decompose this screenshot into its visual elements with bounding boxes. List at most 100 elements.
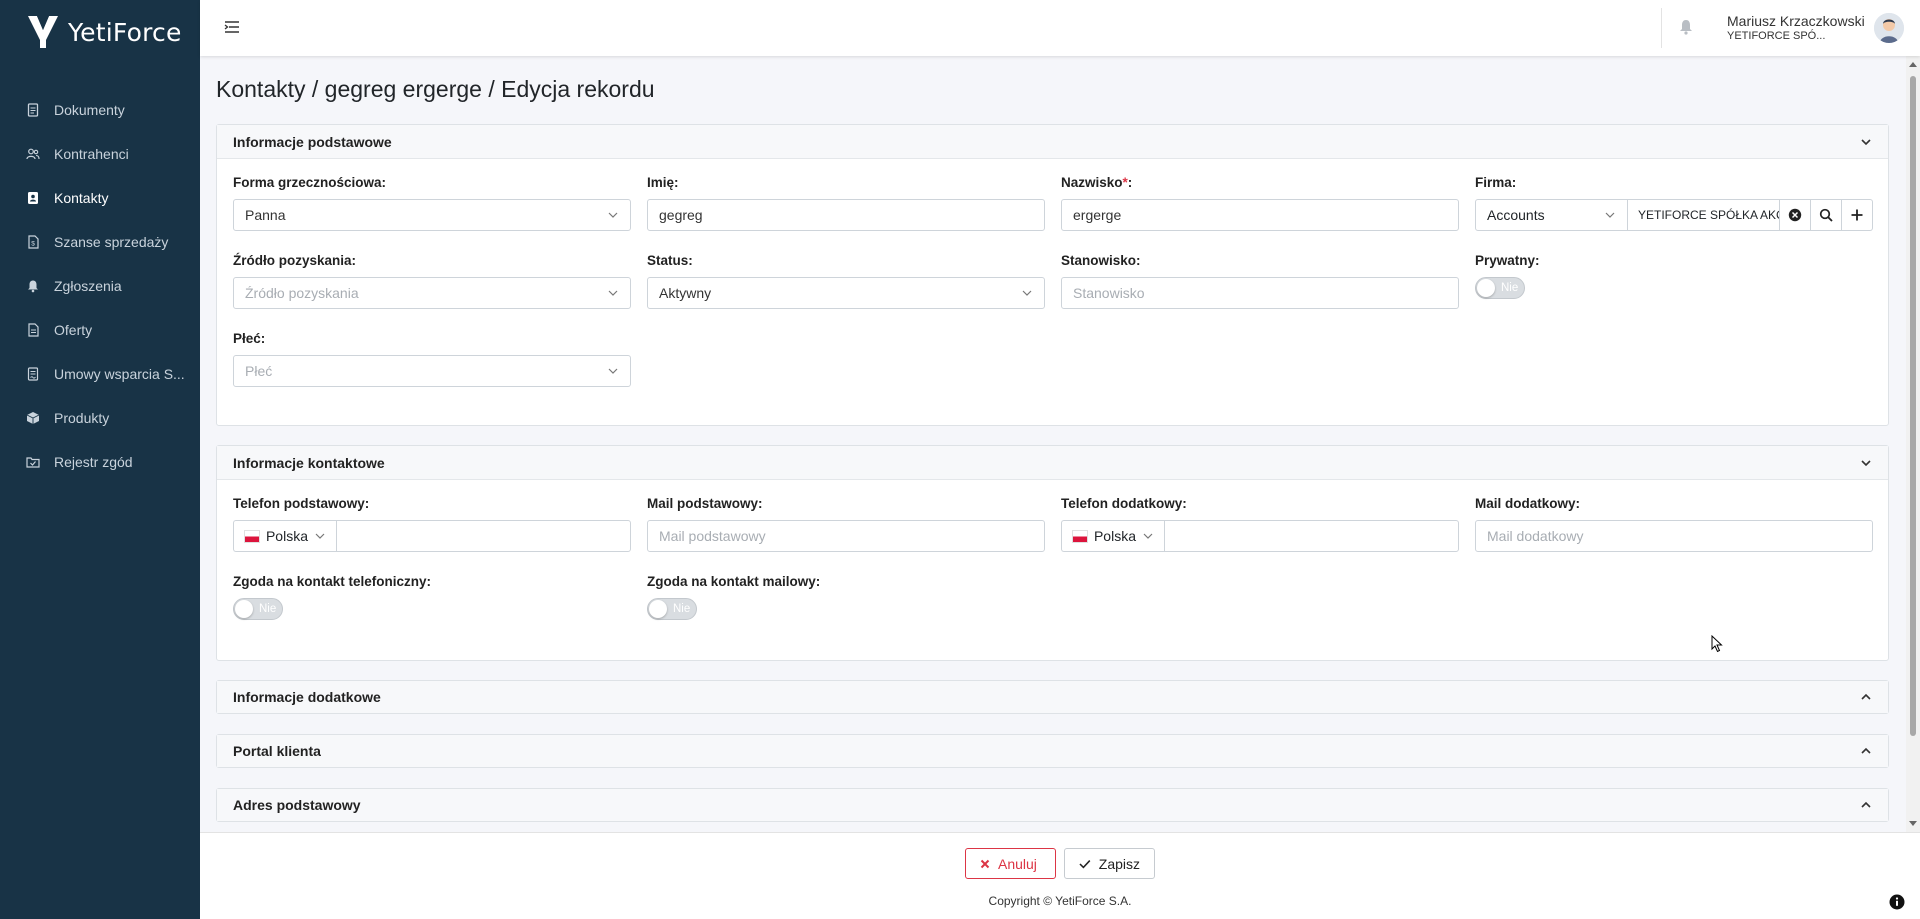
country-name: Polska	[1093, 528, 1136, 544]
page-title: Kontakty / gegreg ergerge / Edycja rekor…	[216, 76, 655, 102]
first-name-input[interactable]	[647, 199, 1045, 231]
sidebar-item-consent-register[interactable]: Rejestr zgód	[0, 440, 200, 484]
phone-group: Polska	[233, 520, 631, 552]
last-name-input[interactable]	[1061, 199, 1459, 231]
sidebar-item-contacts[interactable]: Kontakty	[0, 176, 200, 220]
cancel-button[interactable]: Anuluj	[965, 848, 1056, 879]
position-input[interactable]	[1061, 277, 1459, 309]
user-avatar-icon	[1874, 13, 1904, 43]
lead-source-select[interactable]: Źródło pozyskania	[233, 277, 631, 309]
salutation-select[interactable]: Panna	[233, 199, 631, 231]
scroll-up-arrow-icon[interactable]	[1909, 62, 1917, 67]
scroll-down-arrow-icon[interactable]	[1909, 821, 1917, 826]
toggle-label: Nie	[1501, 282, 1519, 294]
user-menu[interactable]: Mariusz Krzaczkowski YETIFORCE SPÓ...	[1727, 13, 1865, 43]
sidebar-item-label: Umowy wsparcia S...	[54, 366, 185, 382]
user-company: YETIFORCE SPÓ...	[1727, 30, 1826, 42]
panel-title: Adres podstawowy	[233, 797, 361, 813]
email-input[interactable]	[647, 520, 1045, 552]
search-company-button[interactable]	[1811, 199, 1842, 231]
chevron-down-icon	[1022, 290, 1032, 296]
company-value[interactable]: YETIFORCE SPÓŁKA AKCYJNA	[1628, 199, 1780, 231]
chevron-down-icon	[1861, 459, 1871, 466]
header-divider	[1661, 8, 1662, 48]
chevron-down-icon	[608, 290, 618, 296]
panel-contact-info-header[interactable]: Informacje kontaktowe	[217, 446, 1888, 480]
avatar[interactable]	[1874, 13, 1904, 43]
select-value: Panna	[245, 207, 286, 223]
field-first-name: Imię:	[647, 175, 1045, 231]
panel-additional-info-header[interactable]: Informacje dodatkowe	[217, 681, 1888, 713]
email2-input[interactable]	[1475, 520, 1873, 552]
phone2-input[interactable]	[1164, 520, 1459, 552]
scrollbar-thumb[interactable]	[1910, 76, 1916, 736]
panel-primary-address: Adres podstawowy	[216, 788, 1889, 822]
panel-title: Portal klienta	[233, 743, 321, 759]
panel-title: Informacje kontaktowe	[233, 454, 385, 471]
phone2-country-select[interactable]: Polska	[1061, 520, 1164, 552]
toggle-label: Nie	[259, 603, 277, 615]
gender-select[interactable]: Płeć	[233, 355, 631, 387]
panel-customer-portal-header[interactable]: Portal klienta	[217, 735, 1888, 767]
field-company: Firma: Accounts YETIFORCE SPÓŁKA AKCYJNA	[1475, 175, 1873, 231]
brand-name: YetiForce	[68, 17, 182, 47]
sidebar-item-label: Oferty	[54, 322, 93, 338]
info-icon[interactable]	[1889, 894, 1905, 910]
consent-icon	[26, 455, 40, 469]
panel-additional-info: Informacje dodatkowe	[216, 680, 1889, 714]
sidebar-item-tickets[interactable]: Zgłoszenia	[0, 264, 200, 308]
company-reference-group: Accounts YETIFORCE SPÓŁKA AKCYJNA	[1475, 199, 1873, 231]
company-module-select[interactable]: Accounts	[1475, 199, 1628, 231]
field-label: Imię:	[647, 175, 679, 190]
field-salutation: Forma grzecznościowa: Panna	[233, 175, 631, 231]
sidebar-item-label: Zgłoszenia	[54, 278, 122, 294]
phone2-group: Polska	[1061, 520, 1459, 552]
panel-customer-portal: Portal klienta	[216, 734, 1889, 768]
sidebar-item-support-contracts[interactable]: Umowy wsparcia S...	[0, 352, 200, 396]
chevron-down-icon	[608, 212, 618, 218]
save-button[interactable]: Zapisz	[1064, 848, 1155, 879]
field-label: Prywatny:	[1475, 253, 1540, 268]
email-consent-toggle[interactable]: Nie	[647, 598, 697, 620]
panel-primary-address-header[interactable]: Adres podstawowy	[217, 789, 1888, 821]
sidebar-item-label: Produkty	[54, 410, 110, 426]
menu-toggle-icon[interactable]	[224, 19, 240, 35]
field-label: Nazwisko*:	[1061, 175, 1459, 190]
phone-input[interactable]	[336, 520, 631, 552]
search-icon	[1819, 208, 1833, 222]
field-position: Stanowisko:	[1061, 253, 1459, 309]
private-toggle[interactable]: Nie	[1475, 277, 1525, 299]
field-label: Stanowisko:	[1061, 253, 1141, 268]
sidebar-item-products[interactable]: Produkty	[0, 396, 200, 440]
accounts-icon	[26, 147, 40, 161]
field-email: Mail podstawowy:	[647, 496, 1045, 552]
sidebar-item-label: Kontrahenci	[54, 146, 129, 162]
notifications-bell-icon[interactable]	[1677, 18, 1695, 36]
sidebar-item-documents[interactable]: Dokumenty	[0, 88, 200, 132]
close-icon	[980, 859, 990, 868]
sidebar-menu: Dokumenty Kontrahenci Kontakty $ Szanse …	[0, 88, 200, 484]
phone-country-select[interactable]: Polska	[233, 520, 336, 552]
panel-basic-info-header[interactable]: Informacje podstawowe	[217, 125, 1888, 159]
field-status: Status: Aktywny	[647, 253, 1045, 309]
status-select[interactable]: Aktywny	[647, 277, 1045, 309]
phone-consent-toggle[interactable]: Nie	[233, 598, 283, 620]
field-label: Mail podstawowy:	[647, 496, 763, 511]
select-value: Aktywny	[659, 285, 712, 301]
panel-basic-info: Informacje podstawowe Forma grzecznościo…	[216, 124, 1889, 426]
sidebar-item-label: Szanse sprzedaży	[54, 234, 169, 250]
sidebar-item-offers[interactable]: Oferty	[0, 308, 200, 352]
field-email-consent: Zgoda na kontakt mailowy: Nie	[647, 574, 820, 620]
toggle-knob	[235, 600, 253, 618]
sidebar-item-accounts[interactable]: Kontrahenci	[0, 132, 200, 176]
page-scrollbar[interactable]	[1906, 56, 1920, 832]
add-company-button[interactable]	[1842, 199, 1873, 231]
clear-company-button[interactable]	[1780, 199, 1811, 231]
main-content: Kontakty / gegreg ergerge / Edycja rekor…	[200, 56, 1906, 832]
panel-title: Informacje podstawowe	[233, 133, 392, 150]
logo[interactable]: YetiForce	[0, 0, 200, 64]
sidebar-item-opportunities[interactable]: $ Szanse sprzedaży	[0, 220, 200, 264]
label-suffix: :	[1127, 175, 1133, 190]
field-email2: Mail dodatkowy:	[1475, 496, 1873, 552]
chevron-down-icon	[608, 368, 618, 374]
